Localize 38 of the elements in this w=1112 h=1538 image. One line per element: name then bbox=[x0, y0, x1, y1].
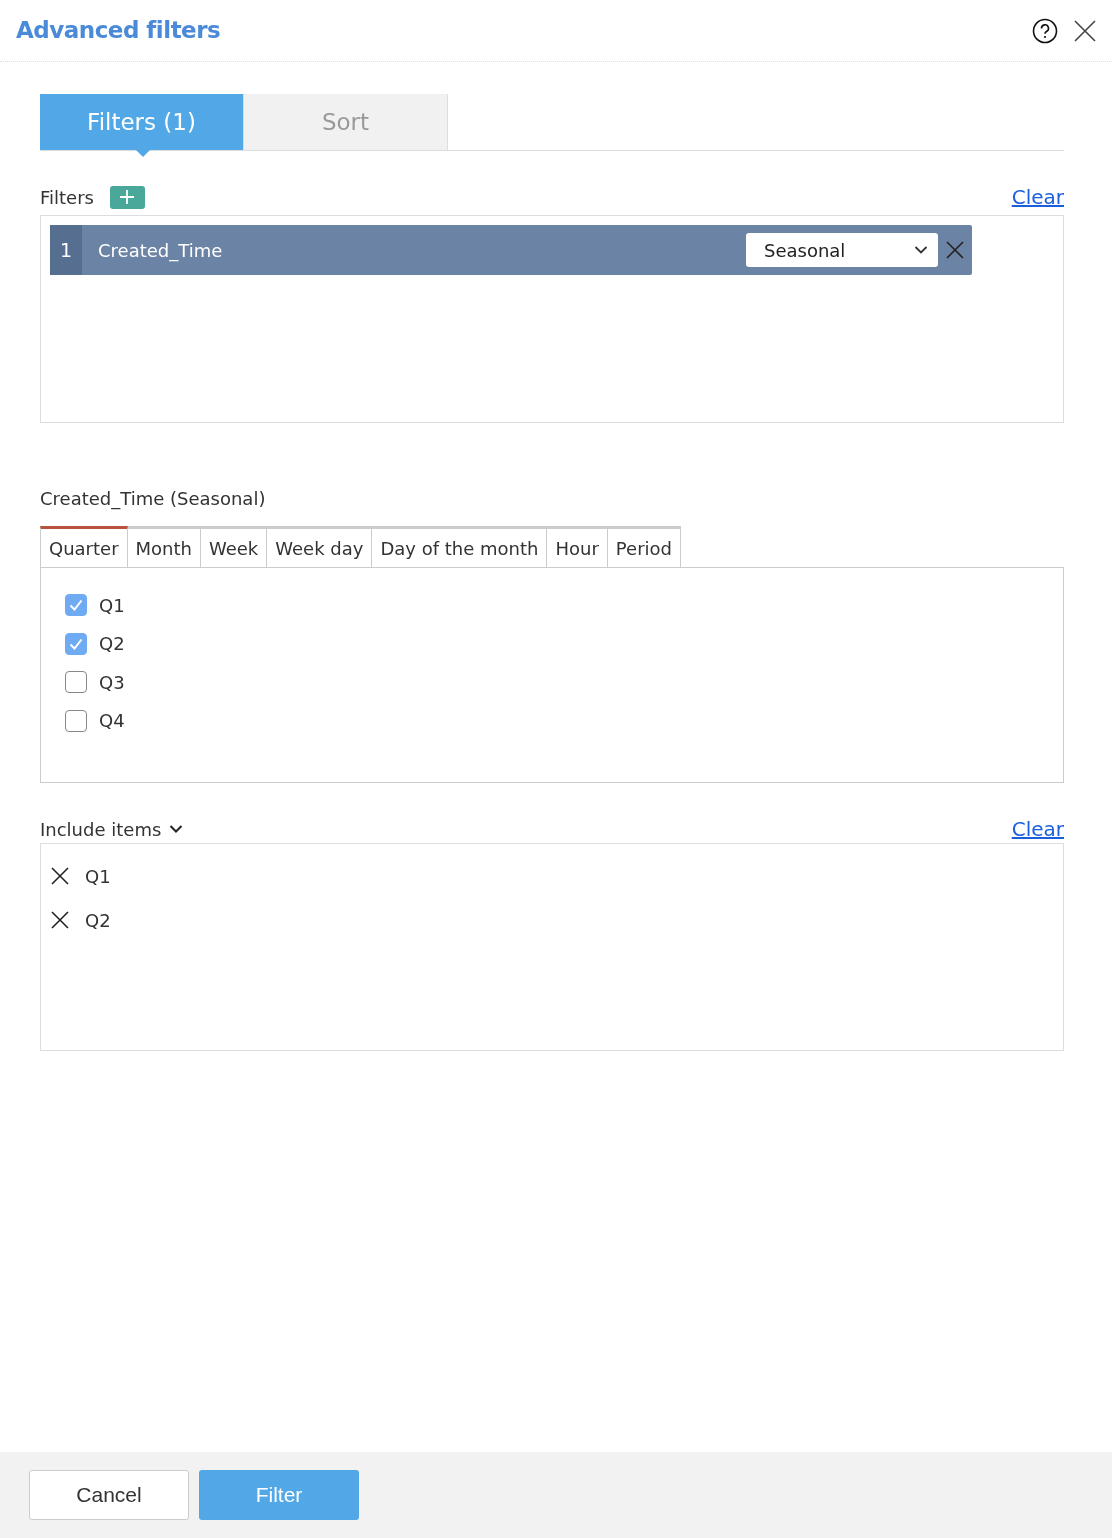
tab[interactable]: Period bbox=[607, 526, 681, 567]
help-icon[interactable] bbox=[1032, 17, 1058, 44]
option-label: Q4 bbox=[99, 709, 125, 734]
option-label: Q1 bbox=[99, 593, 125, 618]
include-items-toggle[interactable]: Include items bbox=[40, 815, 184, 843]
tab[interactable]: Week bbox=[200, 526, 268, 567]
tab[interactable]: Month bbox=[127, 526, 201, 567]
checkbox[interactable] bbox=[65, 671, 87, 694]
chevron-icon bbox=[169, 824, 184, 834]
dialog-title: Advanced filters bbox=[16, 16, 221, 46]
tab[interactable]: Quarter bbox=[40, 526, 128, 567]
clear-link[interactable]: Clear bbox=[1011, 814, 1064, 844]
remove-icon[interactable] bbox=[51, 867, 69, 885]
remove-filter-icon[interactable] bbox=[946, 241, 964, 259]
plus-icon bbox=[119, 189, 136, 205]
chevron-icon bbox=[914, 245, 928, 255]
tab[interactable]: Hour bbox=[547, 526, 608, 567]
included-item: Q1 bbox=[85, 864, 111, 889]
checkbox[interactable] bbox=[65, 709, 87, 732]
tab[interactable]: Day of the month bbox=[372, 526, 548, 567]
filters-label: Filters bbox=[40, 185, 94, 210]
tab-pointer bbox=[136, 150, 150, 157]
remove-icon[interactable] bbox=[51, 911, 69, 929]
checkbox[interactable] bbox=[65, 632, 87, 655]
checkbox[interactable] bbox=[65, 594, 87, 617]
check-icon bbox=[68, 597, 84, 614]
tab[interactable]: Week day bbox=[267, 526, 373, 567]
section-title: Created_Time (Seasonal) bbox=[40, 487, 267, 512]
cancel-button[interactable]: Cancel bbox=[29, 1470, 189, 1520]
option-label: Q2 bbox=[99, 632, 125, 657]
add-filter-button[interactable] bbox=[109, 185, 145, 209]
close-icon[interactable] bbox=[1074, 19, 1096, 42]
option-label: Q3 bbox=[99, 670, 125, 695]
filter-index: 1 bbox=[50, 225, 82, 275]
clear-link[interactable]: Clear bbox=[1011, 182, 1064, 212]
mode-dropdown[interactable]: Seasonal bbox=[746, 233, 938, 267]
filter-field: Created_Time bbox=[82, 236, 746, 264]
included-item: Q2 bbox=[85, 908, 111, 933]
